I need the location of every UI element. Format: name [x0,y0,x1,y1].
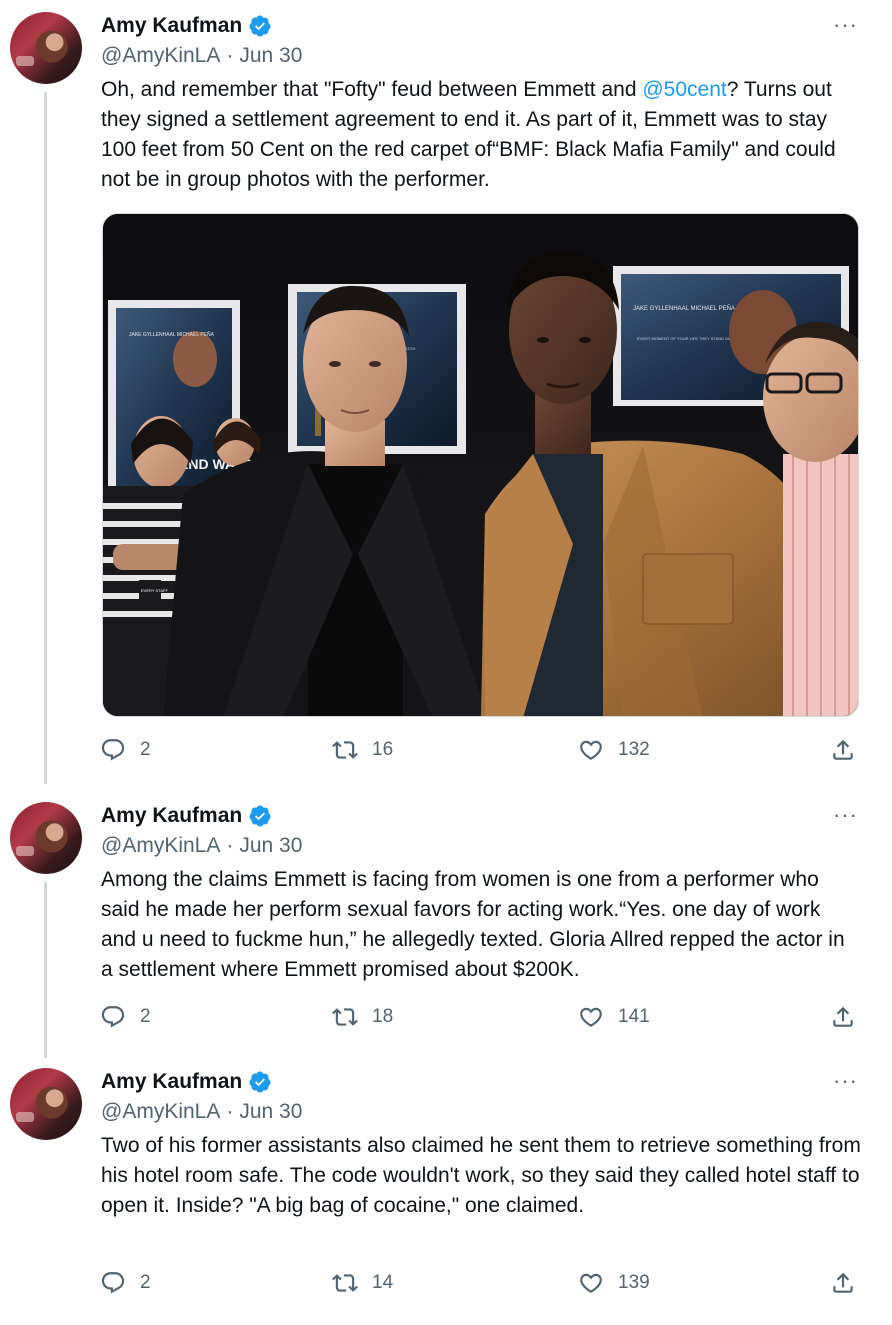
poster-tagline: EVERY MOMENT OF YOUR LIFE THEY STAND WAT… [637,336,739,341]
separator-dot: · [226,834,234,857]
retweet-button[interactable]: 16 [332,737,393,763]
tweet-text: Oh, and remember that "Fofty" feud betwe… [101,78,836,191]
like-button[interactable]: 141 [578,1004,650,1030]
reply-icon [101,1272,125,1294]
tweet-date[interactable]: Jun 30 [239,834,302,858]
verified-badge-icon [249,15,271,37]
tweet-actions: 2 14 139 [100,1270,860,1300]
tweet-actions: 2 18 141 [100,1004,860,1034]
retweet-count: 16 [372,739,394,760]
more-options-button[interactable]: ··· [833,14,858,36]
separator-dot: · [226,44,234,67]
reply-button[interactable]: 2 [100,1270,151,1296]
more-options-button[interactable]: ··· [833,804,858,826]
like-button[interactable]: 139 [578,1270,650,1296]
share-button[interactable] [830,737,856,763]
avatar[interactable] [10,1068,82,1140]
tweet-actions: 2 16 132 [100,737,860,767]
author-name[interactable]: Amy Kaufman [101,804,242,828]
author-name[interactable]: Amy Kaufman [101,14,242,38]
reply-icon [101,739,125,761]
badge-text: EVERY STAFF [141,588,168,593]
like-count: 132 [618,739,650,760]
share-icon [833,1272,853,1293]
reply-count: 2 [140,1006,151,1027]
retweet-icon [332,1274,358,1292]
heart-icon [580,1273,602,1293]
tweet-photo[interactable]: JAKE GYLLENHAAL MICHAEL PEÑA END WATCH J… [102,213,859,717]
share-icon [833,1006,853,1027]
photo-illustration: JAKE GYLLENHAAL MICHAEL PEÑA END WATCH J… [103,214,858,716]
reply-button[interactable]: 2 [100,737,151,763]
tweet-text: Two of his former assistants also claime… [101,1134,861,1217]
retweet-count: 18 [372,1006,394,1027]
author-handle[interactable]: @AmyKinLA [101,44,220,68]
tweet-date[interactable]: Jun 30 [239,1100,302,1124]
share-button[interactable] [830,1004,856,1030]
author-name[interactable]: Amy Kaufman [101,1070,242,1094]
heart-icon [580,1007,602,1027]
author-handle[interactable]: @AmyKinLA [101,834,220,858]
retweet-count: 14 [372,1272,394,1293]
like-count: 139 [618,1272,650,1293]
verified-badge-icon [249,805,271,827]
tweet[interactable]: Amy Kaufman @AmyKinLA · Jun 30 ··· Two o… [0,1056,892,1325]
avatar[interactable] [10,802,82,874]
share-icon [833,739,853,760]
retweet-icon [332,1008,358,1026]
share-button[interactable] [830,1270,856,1296]
reply-icon [101,1006,125,1028]
tweet-date[interactable]: Jun 30 [239,44,302,68]
verified-badge-icon [249,1071,271,1093]
handle-row: @AmyKinLA · Jun 30 [101,44,302,68]
handle-row: @AmyKinLA · Jun 30 [101,1100,302,1124]
reply-count: 2 [140,1272,151,1293]
mention-link[interactable]: @50cent [642,78,726,101]
more-options-button[interactable]: ··· [833,1070,858,1092]
reply-button[interactable]: 2 [100,1004,151,1030]
avatar[interactable] [10,12,82,84]
like-button[interactable]: 132 [578,737,650,763]
author-handle[interactable]: @AmyKinLA [101,1100,220,1124]
separator-dot: · [226,1100,234,1123]
poster-text: JAKE GYLLENHAAL MICHAEL PEÑA [633,305,735,312]
heart-icon [580,740,602,760]
tweet-text: Among the claims Emmett is facing from w… [101,868,845,981]
retweet-button[interactable]: 18 [332,1004,393,1030]
poster-text: JAKE GYLLENHAAL MICHAEL PEÑA [129,331,215,338]
tweet[interactable]: Amy Kaufman @AmyKinLA · Jun 30 ··· Oh, a… [0,0,892,790]
retweet-icon [332,741,358,759]
reply-count: 2 [140,739,151,760]
retweet-button[interactable]: 14 [332,1270,393,1296]
handle-row: @AmyKinLA · Jun 30 [101,834,302,858]
like-count: 141 [618,1006,650,1027]
tweet[interactable]: Amy Kaufman @AmyKinLA · Jun 30 ··· Among… [0,790,892,1055]
